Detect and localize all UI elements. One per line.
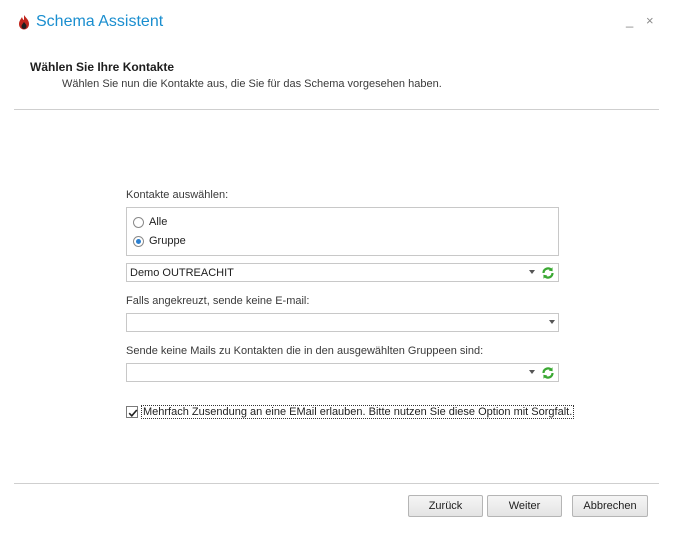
- no-email-select[interactable]: [126, 313, 559, 332]
- window-title: Schema Assistent: [36, 13, 164, 30]
- refresh-icon[interactable]: [541, 366, 555, 380]
- radio-option-gruppe[interactable]: Gruppe: [133, 233, 186, 249]
- radio-button-gruppe[interactable]: [133, 235, 144, 247]
- header-divider: [14, 109, 659, 110]
- page-subtitle: Wählen Sie nun die Kontakte aus, die Sie…: [62, 78, 442, 90]
- back-button[interactable]: Zurück: [408, 495, 483, 517]
- group-select-value: Demo OUTREACHIT: [130, 267, 234, 279]
- multi-send-label[interactable]: Mehrfach Zusendung an eine EMail erlaube…: [141, 405, 575, 419]
- exclude-groups-select[interactable]: [126, 363, 559, 382]
- title-bar: Schema Assistent _ ×: [0, 0, 674, 46]
- cancel-button[interactable]: Abbrechen: [572, 495, 648, 517]
- refresh-icon[interactable]: [541, 266, 555, 280]
- chevron-down-icon[interactable]: [529, 270, 535, 274]
- chevron-down-icon[interactable]: [529, 370, 535, 374]
- radio-button-alle[interactable]: [133, 216, 144, 228]
- page-title: Wählen Sie Ihre Kontakte: [30, 60, 175, 74]
- footer-divider: [14, 483, 659, 484]
- minimize-button[interactable]: _: [626, 13, 633, 29]
- contacts-radio-group: Alle Gruppe: [126, 207, 559, 256]
- radio-label-gruppe[interactable]: Gruppe: [149, 235, 186, 247]
- exclude-groups-label: Sende keine Mails zu Kontakten die in de…: [126, 345, 484, 357]
- chevron-down-icon[interactable]: [549, 320, 555, 324]
- multi-send-checkbox[interactable]: [126, 406, 138, 418]
- radio-label-alle[interactable]: Alle: [149, 216, 167, 228]
- radio-option-alle[interactable]: Alle: [133, 214, 167, 230]
- group-select[interactable]: Demo OUTREACHIT: [126, 263, 559, 282]
- multi-send-option[interactable]: Mehrfach Zusendung an eine EMail erlaube…: [126, 405, 575, 419]
- select-contacts-label: Kontakte auswählen:: [126, 189, 229, 201]
- next-button[interactable]: Weiter: [487, 495, 562, 517]
- no-email-label: Falls angekreuzt, sende keine E-mail:: [126, 295, 310, 307]
- flame-logo-icon: [17, 14, 31, 30]
- close-button[interactable]: ×: [646, 13, 654, 29]
